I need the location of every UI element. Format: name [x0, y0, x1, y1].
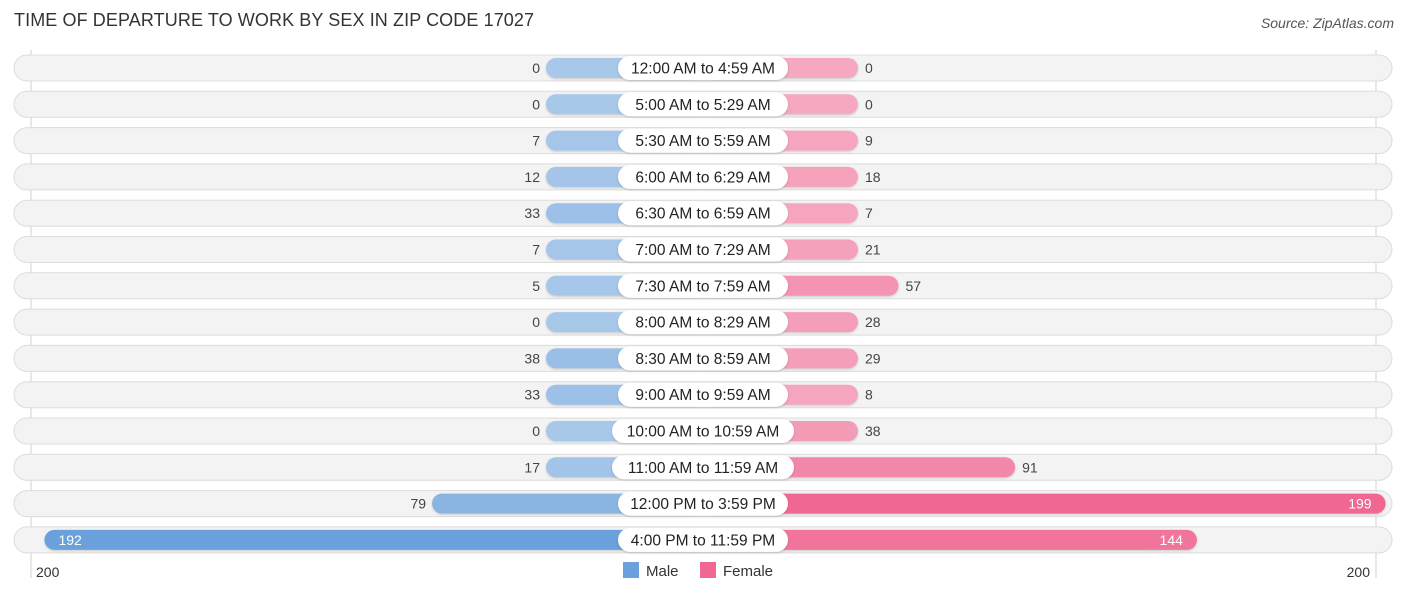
category-label: 8:00 AM to 8:29 AM	[635, 315, 770, 332]
value-label-male: 38	[524, 350, 540, 366]
category-label: 8:30 AM to 8:59 AM	[635, 351, 770, 368]
bar-male[interactable]	[44, 529, 703, 550]
value-label-male: 33	[524, 205, 540, 221]
value-label-female: 57	[906, 278, 922, 294]
value-label-female: 28	[865, 314, 881, 330]
value-label-female: 0	[865, 60, 873, 76]
category-label: 7:00 AM to 7:29 AM	[635, 242, 770, 259]
value-label-male: 17	[524, 459, 540, 475]
chart-row: 6:00 AM to 6:29 AM 12 18	[13, 163, 1393, 191]
value-label-female: 38	[865, 423, 881, 439]
legend-label-female: Female	[723, 563, 773, 580]
chart-row: 8:30 AM to 8:59 AM 38 29	[13, 344, 1393, 372]
category-label: 11:00 AM to 11:59 AM	[628, 460, 778, 477]
value-label-female: 7	[865, 205, 873, 221]
category-label: 10:00 AM to 10:59 AM	[627, 424, 780, 441]
chart-row: 9:00 AM to 9:59 AM 33 8	[13, 381, 1393, 409]
chart-row: 7:30 AM to 7:59 AM 5 57	[13, 272, 1393, 300]
value-label-female: 21	[865, 242, 881, 258]
value-label-male: 12	[524, 169, 540, 185]
value-label-male: 7	[532, 242, 540, 258]
chart-canvas: 12:00 AM to 4:59 AM 0 0 5:00 AM to 5:29 AM 0…	[13, 50, 1393, 580]
value-label-female: 199	[1348, 496, 1372, 512]
legend-label-male: Male	[646, 563, 679, 580]
chart-row: 12:00 PM to 3:59 PM 79 199	[13, 490, 1393, 518]
chart-row: 11:00 AM to 11:59 AM 17 91	[13, 453, 1393, 481]
category-label: 5:30 AM to 5:59 AM	[635, 133, 770, 150]
chart-row: 12:00 AM to 4:59 AM 0 0	[13, 54, 1393, 82]
chart-row: 6:30 AM to 6:59 AM 33 7	[13, 199, 1393, 227]
value-label-male: 5	[532, 278, 540, 294]
axis-label-left: 200	[36, 564, 60, 580]
category-label: 12:00 AM to 4:59 AM	[631, 61, 775, 78]
bar-female[interactable]	[703, 493, 1386, 514]
chart-row: 5:00 AM to 5:29 AM 0 0	[13, 90, 1393, 118]
category-label: 7:30 AM to 7:59 AM	[635, 278, 770, 295]
value-label-male: 0	[532, 314, 540, 330]
value-label-female: 9	[865, 133, 873, 149]
value-label-male: 0	[532, 60, 540, 76]
chart-row: 10:00 AM to 10:59 AM 0 38	[13, 417, 1393, 445]
category-label: 6:00 AM to 6:29 AM	[635, 169, 770, 186]
axis-label-right: 200	[1347, 564, 1371, 580]
category-label: 5:00 AM to 5:29 AM	[635, 97, 770, 114]
chart-row: 4:00 PM to 11:59 PM 192 144	[13, 526, 1393, 554]
value-label-male: 33	[524, 387, 540, 403]
chart-row: 7:00 AM to 7:29 AM 7 21	[13, 236, 1393, 263]
legend-swatch-male	[623, 562, 639, 578]
value-label-female: 91	[1022, 459, 1038, 475]
value-label-male: 0	[532, 423, 540, 439]
value-label-female: 8	[865, 387, 873, 403]
value-label-female: 0	[865, 96, 873, 112]
category-label: 6:30 AM to 6:59 AM	[635, 206, 770, 223]
legend-swatch-female	[700, 562, 716, 578]
value-label-male: 0	[532, 96, 540, 112]
value-label-female: 18	[865, 169, 881, 185]
value-label-male: 192	[58, 532, 82, 548]
value-label-female: 29	[865, 350, 881, 366]
value-label-male: 7	[532, 133, 540, 149]
value-label-male: 79	[410, 496, 426, 512]
category-label: 12:00 PM to 3:59 PM	[630, 496, 776, 513]
value-label-female: 144	[1160, 532, 1184, 548]
category-label: 4:00 PM to 11:59 PM	[631, 532, 775, 549]
category-label: 9:00 AM to 9:59 AM	[635, 387, 770, 404]
legend: Male Female	[623, 562, 773, 580]
chart-row: 8:00 AM to 8:29 AM 0 28	[13, 308, 1393, 336]
chart-row: 5:30 AM to 5:59 AM 7 9	[13, 127, 1393, 155]
